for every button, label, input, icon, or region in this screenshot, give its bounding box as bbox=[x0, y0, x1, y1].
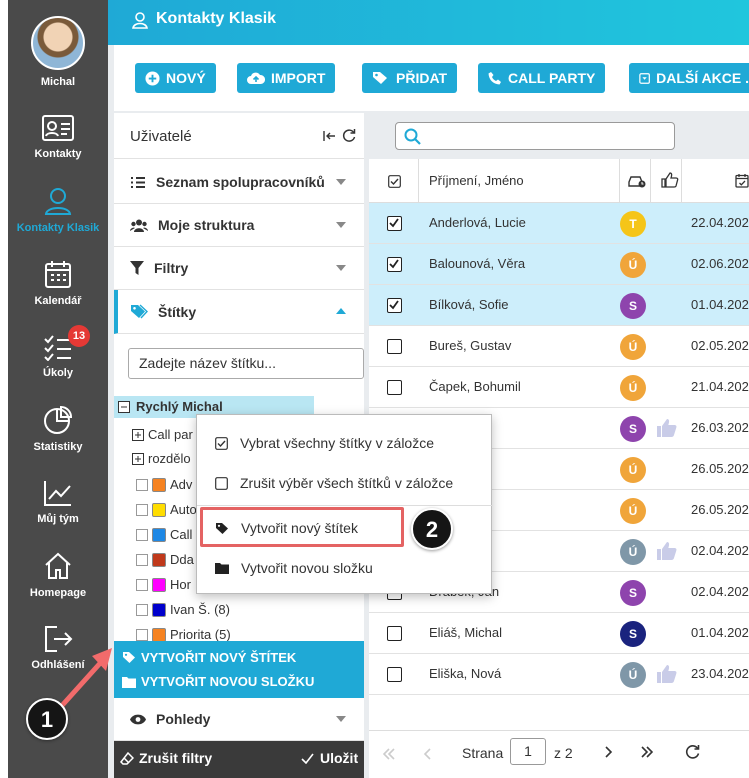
step-marker-1: 1 bbox=[26, 698, 68, 740]
annotation-arrow bbox=[55, 648, 112, 713]
step-marker-2: 2 bbox=[411, 508, 453, 550]
